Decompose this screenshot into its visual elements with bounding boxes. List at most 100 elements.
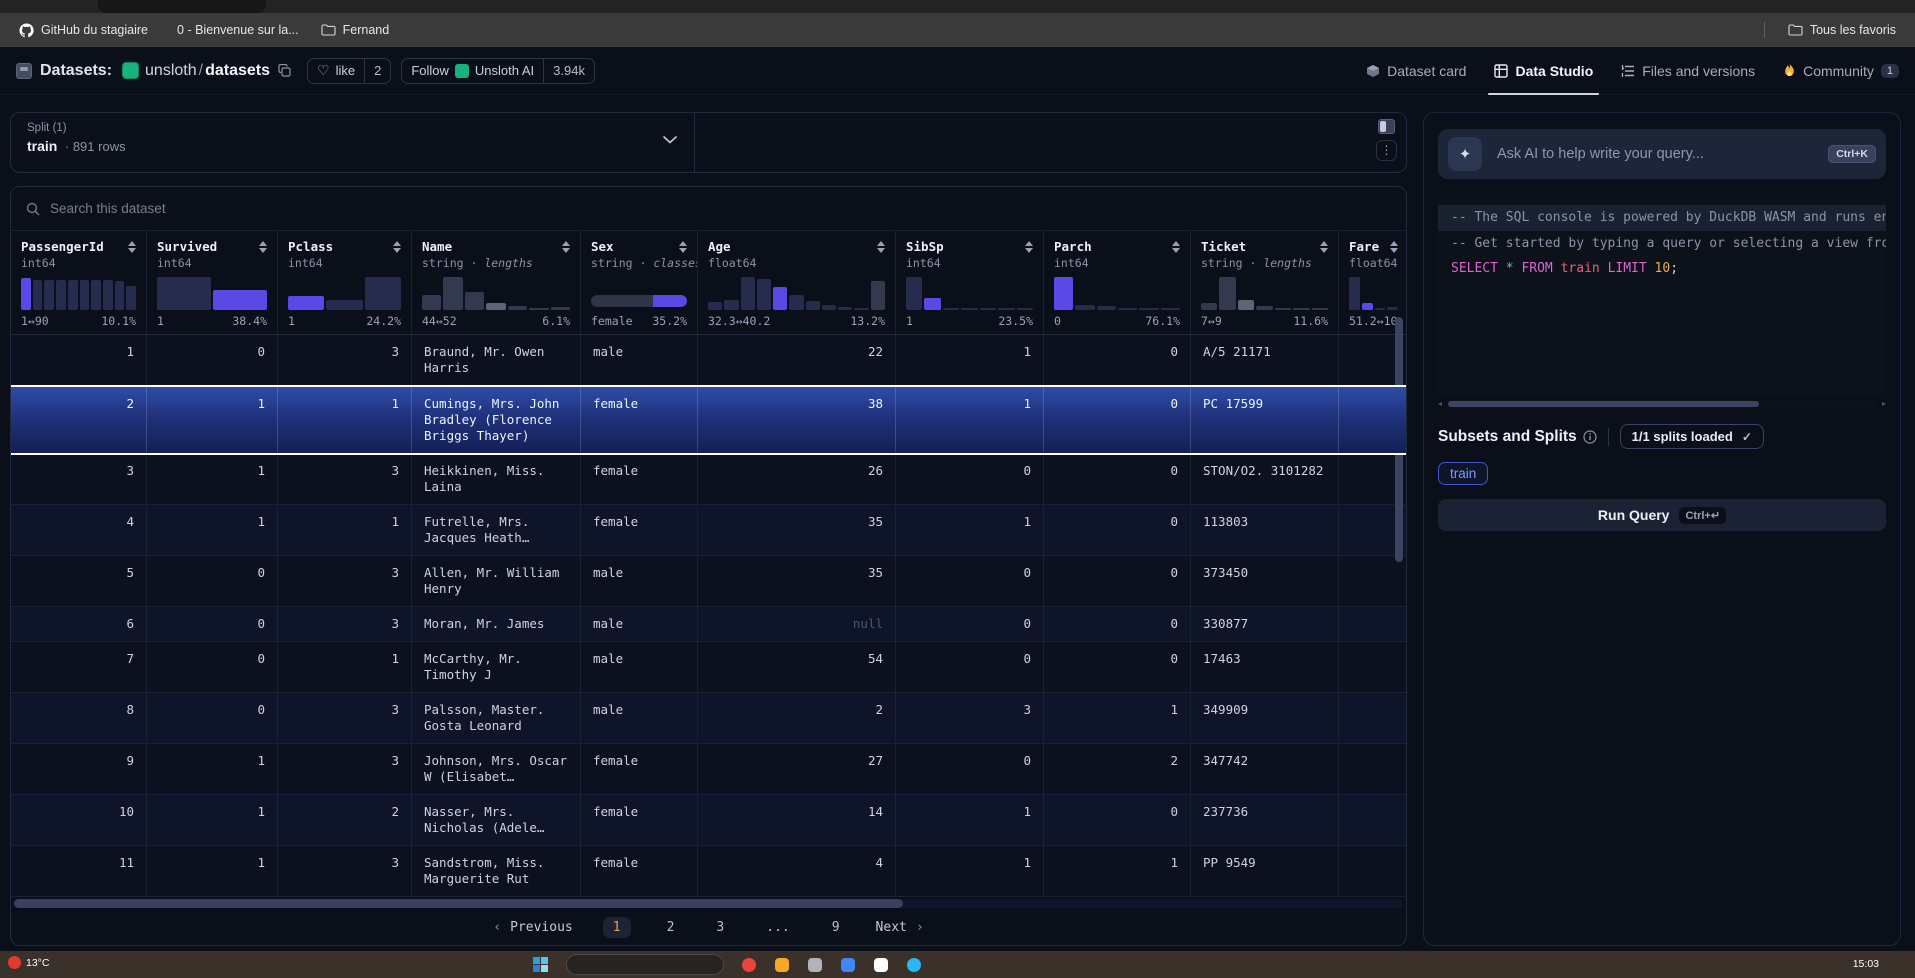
- page-button-1[interactable]: 1: [603, 917, 631, 938]
- info-icon[interactable]: [1583, 430, 1597, 444]
- org-avatar[interactable]: [122, 62, 139, 79]
- histogram-sibsp[interactable]: [906, 277, 1033, 310]
- sort-icon[interactable]: [389, 241, 401, 253]
- dataset-search-input[interactable]: Search this dataset: [11, 187, 1406, 231]
- tab-dataset-card[interactable]: Dataset card: [1366, 47, 1466, 94]
- sort-icon[interactable]: [558, 241, 570, 253]
- all-favorites-button[interactable]: Tous les favoris: [1779, 19, 1905, 41]
- column-name[interactable]: Ticket: [1201, 239, 1246, 254]
- column-name[interactable]: Name: [422, 239, 452, 254]
- previous-page-button[interactable]: ‹Previous: [493, 920, 572, 935]
- column-name[interactable]: Fare: [1349, 239, 1379, 254]
- editor-scroll-track[interactable]: [1446, 400, 1878, 408]
- sort-icon[interactable]: [1168, 241, 1180, 253]
- column-name[interactable]: Survived: [157, 239, 217, 254]
- page-button-3[interactable]: 3: [710, 917, 730, 938]
- sort-icon[interactable]: [675, 241, 687, 253]
- taskbar-app-icon[interactable]: [841, 958, 855, 972]
- tab-data-studio[interactable]: Data Studio: [1494, 47, 1593, 94]
- sort-icon[interactable]: [1386, 241, 1398, 253]
- table-row[interactable]: 603Moran, Mr. Jamesmalenull00330877: [11, 606, 1406, 641]
- histogram-sex[interactable]: [591, 295, 687, 307]
- column-name[interactable]: Age: [708, 239, 731, 254]
- histogram-ticket[interactable]: [1201, 277, 1328, 310]
- table-row[interactable]: 211Cumings, Mrs. John Bradley (Florence …: [11, 385, 1406, 453]
- sort-icon[interactable]: [1021, 241, 1033, 253]
- breadcrumb-org[interactable]: unsloth: [145, 62, 197, 79]
- taskbar-app-icon[interactable]: [742, 958, 756, 972]
- editor-scroll-thumb[interactable]: [1448, 401, 1759, 407]
- bookmark-item[interactable]: GitHub du stagiaire: [10, 19, 157, 42]
- train-split-chip[interactable]: train: [1438, 462, 1488, 485]
- sql-editor[interactable]: -- The SQL console is powered by DuckDB …: [1438, 200, 1886, 396]
- breadcrumb[interactable]: unsloth/datasets: [145, 62, 270, 80]
- histogram-survived[interactable]: [157, 277, 267, 310]
- table-row[interactable]: 803Palsson, Master. Gosta Leonardmale231…: [11, 692, 1406, 743]
- table-row[interactable]: 1012Nasser, Mrs. Nicholas (Adele…female1…: [11, 794, 1406, 845]
- page-button-9[interactable]: 9: [826, 917, 846, 938]
- taskbar-app-icon[interactable]: [775, 958, 789, 972]
- sort-icon[interactable]: [124, 241, 136, 253]
- split-dropdown[interactable]: Split (1) train · 891 rows: [11, 113, 695, 172]
- panel-layout-toggle-icon[interactable]: [1378, 119, 1395, 134]
- weather-widget[interactable]: 13°C: [8, 956, 49, 969]
- run-query-button[interactable]: Run Query Ctrl+↵: [1438, 499, 1886, 531]
- horizontal-scrollbar[interactable]: [14, 899, 1403, 908]
- taskbar-app-icon[interactable]: [808, 958, 822, 972]
- column-name[interactable]: Pclass: [288, 239, 333, 254]
- taskbar-search-input[interactable]: [566, 954, 724, 975]
- bookmark-item[interactable]: 0 - Bienvenue sur la...: [161, 19, 308, 41]
- table-row[interactable]: 313Heikkinen, Miss. Lainafemale2600STON/…: [11, 453, 1406, 504]
- table-row[interactable]: 103Braund, Mr. Owen Harrismale2210A/5 21…: [11, 335, 1406, 385]
- breadcrumb-repo[interactable]: datasets: [205, 62, 270, 79]
- follow-button[interactable]: FollowUnsloth AI 3.94k: [401, 58, 595, 84]
- tab-files-and-versions[interactable]: Files and versions: [1621, 47, 1755, 94]
- cell-sibsp: 0: [895, 454, 1043, 504]
- column-header-survived: Survivedint64138.4%: [146, 231, 277, 334]
- sort-icon[interactable]: [873, 241, 885, 253]
- histogram-pclass[interactable]: [288, 277, 401, 310]
- kebab-menu-icon[interactable]: ⋮: [1376, 140, 1397, 161]
- next-page-button[interactable]: Next›: [876, 920, 924, 935]
- histogram-name[interactable]: [422, 277, 570, 310]
- sort-icon[interactable]: [255, 241, 267, 253]
- column-name[interactable]: Parch: [1054, 239, 1092, 254]
- table-row[interactable]: 913Johnson, Mrs. Oscar W (Elisabet…femal…: [11, 743, 1406, 794]
- histogram-parch[interactable]: [1054, 277, 1180, 310]
- ask-ai-input[interactable]: ✦ Ask AI to help write your query... Ctr…: [1438, 129, 1886, 179]
- tab-community[interactable]: Community1: [1783, 47, 1899, 94]
- bookmark-item[interactable]: Fernand: [312, 19, 399, 41]
- taskbar-app-icon[interactable]: [907, 958, 921, 972]
- browser-active-tab[interactable]: [98, 0, 266, 13]
- table-row[interactable]: 701McCarthy, Mr. Timothy Jmale540017463: [11, 641, 1406, 692]
- scroll-left-icon[interactable]: ◂: [1438, 399, 1442, 408]
- tab-label: Dataset card: [1387, 63, 1466, 79]
- splits-loaded-dropdown[interactable]: 1/1 splits loaded ✓: [1620, 424, 1764, 449]
- copy-icon[interactable]: [278, 64, 291, 77]
- cell-pclass: 3: [277, 846, 411, 896]
- histogram-passengerid[interactable]: [21, 277, 136, 310]
- taskbar-clock[interactable]: 15:03: [1853, 958, 1879, 970]
- column-name[interactable]: PassengerId: [21, 239, 104, 254]
- table-row[interactable]: 1113Sandstrom, Miss. Marguerite Rutfemal…: [11, 845, 1406, 896]
- start-menu-icon[interactable]: [533, 957, 548, 972]
- scroll-right-icon[interactable]: ▸: [1882, 399, 1886, 408]
- column-name[interactable]: SibSp: [906, 239, 944, 254]
- like-button[interactable]: ♡like 2: [307, 58, 391, 84]
- column-name[interactable]: Sex: [591, 239, 614, 254]
- ask-ai-shortcut-badge: Ctrl+K: [1828, 145, 1876, 163]
- histogram-age[interactable]: [708, 277, 885, 310]
- table-row[interactable]: 411Futrelle, Mrs. Jacques Heath…female35…: [11, 504, 1406, 555]
- sort-icon[interactable]: [1316, 241, 1328, 253]
- table-row[interactable]: 503Allen, Mr. William Henrymale350037345…: [11, 555, 1406, 606]
- table-row[interactable]: 1211Bonnell, Miss. Elizabethfemale580011…: [11, 896, 1406, 897]
- cell-survived: 0: [146, 607, 277, 641]
- histogram-fare[interactable]: [1349, 277, 1398, 310]
- horizontal-scrollbar-thumb[interactable]: [14, 899, 903, 908]
- column-type: float64: [1349, 256, 1398, 270]
- like-count[interactable]: 2: [364, 59, 390, 83]
- cell-passengerid: 10: [11, 795, 146, 845]
- taskbar-app-icon[interactable]: [874, 958, 888, 972]
- page-button-2[interactable]: 2: [661, 917, 681, 938]
- sql-code-line: -- Get started by typing a query or sele…: [1438, 231, 1886, 257]
